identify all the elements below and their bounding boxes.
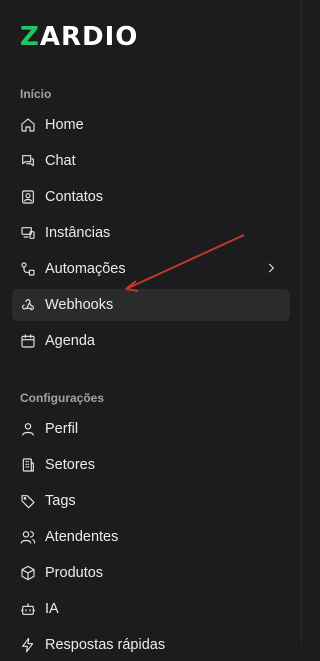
sidebar-item-perfil[interactable]: Perfil [12, 413, 290, 445]
calendar-icon [20, 333, 36, 349]
section-label-configuracoes: Configurações [20, 391, 105, 405]
sidebar-item-label: Agenda [45, 333, 95, 349]
sidebar: Z ARDIO Início Home Chat Contatos Instânc… [0, 0, 302, 653]
tag-icon [20, 493, 36, 509]
sidebar-item-home[interactable]: Home [12, 109, 290, 141]
logo-text: ARDIO [39, 22, 139, 52]
sidebar-item-setores[interactable]: Setores [12, 449, 290, 481]
sidebar-item-label: IA [45, 601, 59, 617]
sidebar-item-label: Home [45, 117, 84, 133]
sidebar-item-produtos[interactable]: Produtos [12, 557, 290, 589]
devices-icon [20, 225, 36, 241]
home-icon [20, 117, 36, 133]
sidebar-item-atendentes[interactable]: Atendentes [12, 521, 290, 553]
package-icon [20, 565, 36, 581]
sidebar-item-webhooks[interactable]: Webhooks [12, 289, 290, 321]
sidebar-item-label: Contatos [45, 189, 104, 205]
section-label-inicio: Início [20, 87, 52, 101]
sidebar-item-label: Produtos [45, 565, 104, 581]
sidebar-item-label: Setores [45, 457, 95, 473]
sidebar-item-label: Webhooks [45, 297, 114, 313]
webhook-icon [20, 297, 36, 313]
sidebar-item-label: Atendentes [45, 529, 119, 545]
user-icon [20, 421, 36, 437]
sidebar-item-respostas-rapidas[interactable]: Respostas rápidas [12, 629, 290, 661]
sidebar-item-label: Respostas rápidas [45, 637, 166, 653]
users-icon [20, 529, 36, 545]
contact-icon [20, 189, 36, 205]
sidebar-item-chat[interactable]: Chat [12, 145, 290, 177]
sidebar-item-label: Chat [45, 153, 76, 169]
logo-letter-z: Z [20, 22, 40, 52]
sidebar-item-agenda[interactable]: Agenda [12, 325, 290, 357]
chat-icon [20, 153, 36, 169]
sidebar-item-automacoes[interactable]: Automações [12, 253, 290, 285]
sidebar-item-contatos[interactable]: Contatos [12, 181, 290, 213]
sidebar-item-label: Automações [45, 261, 126, 277]
sidebar-item-tags[interactable]: Tags [12, 485, 290, 517]
workflow-icon [20, 261, 36, 277]
sidebar-item-ia[interactable]: IA [12, 593, 290, 625]
zardio-logo[interactable]: Z ARDIO [20, 22, 139, 52]
sidebar-item-instancias[interactable]: Instâncias [12, 217, 290, 249]
sidebar-item-label: Tags [45, 493, 76, 509]
bot-icon [20, 601, 36, 617]
zap-icon [20, 637, 36, 653]
sidebar-item-label: Perfil [45, 421, 79, 437]
sidebar-item-label: Instâncias [45, 225, 111, 241]
building-icon [20, 457, 36, 473]
chevron-right-icon[interactable] [264, 261, 278, 275]
